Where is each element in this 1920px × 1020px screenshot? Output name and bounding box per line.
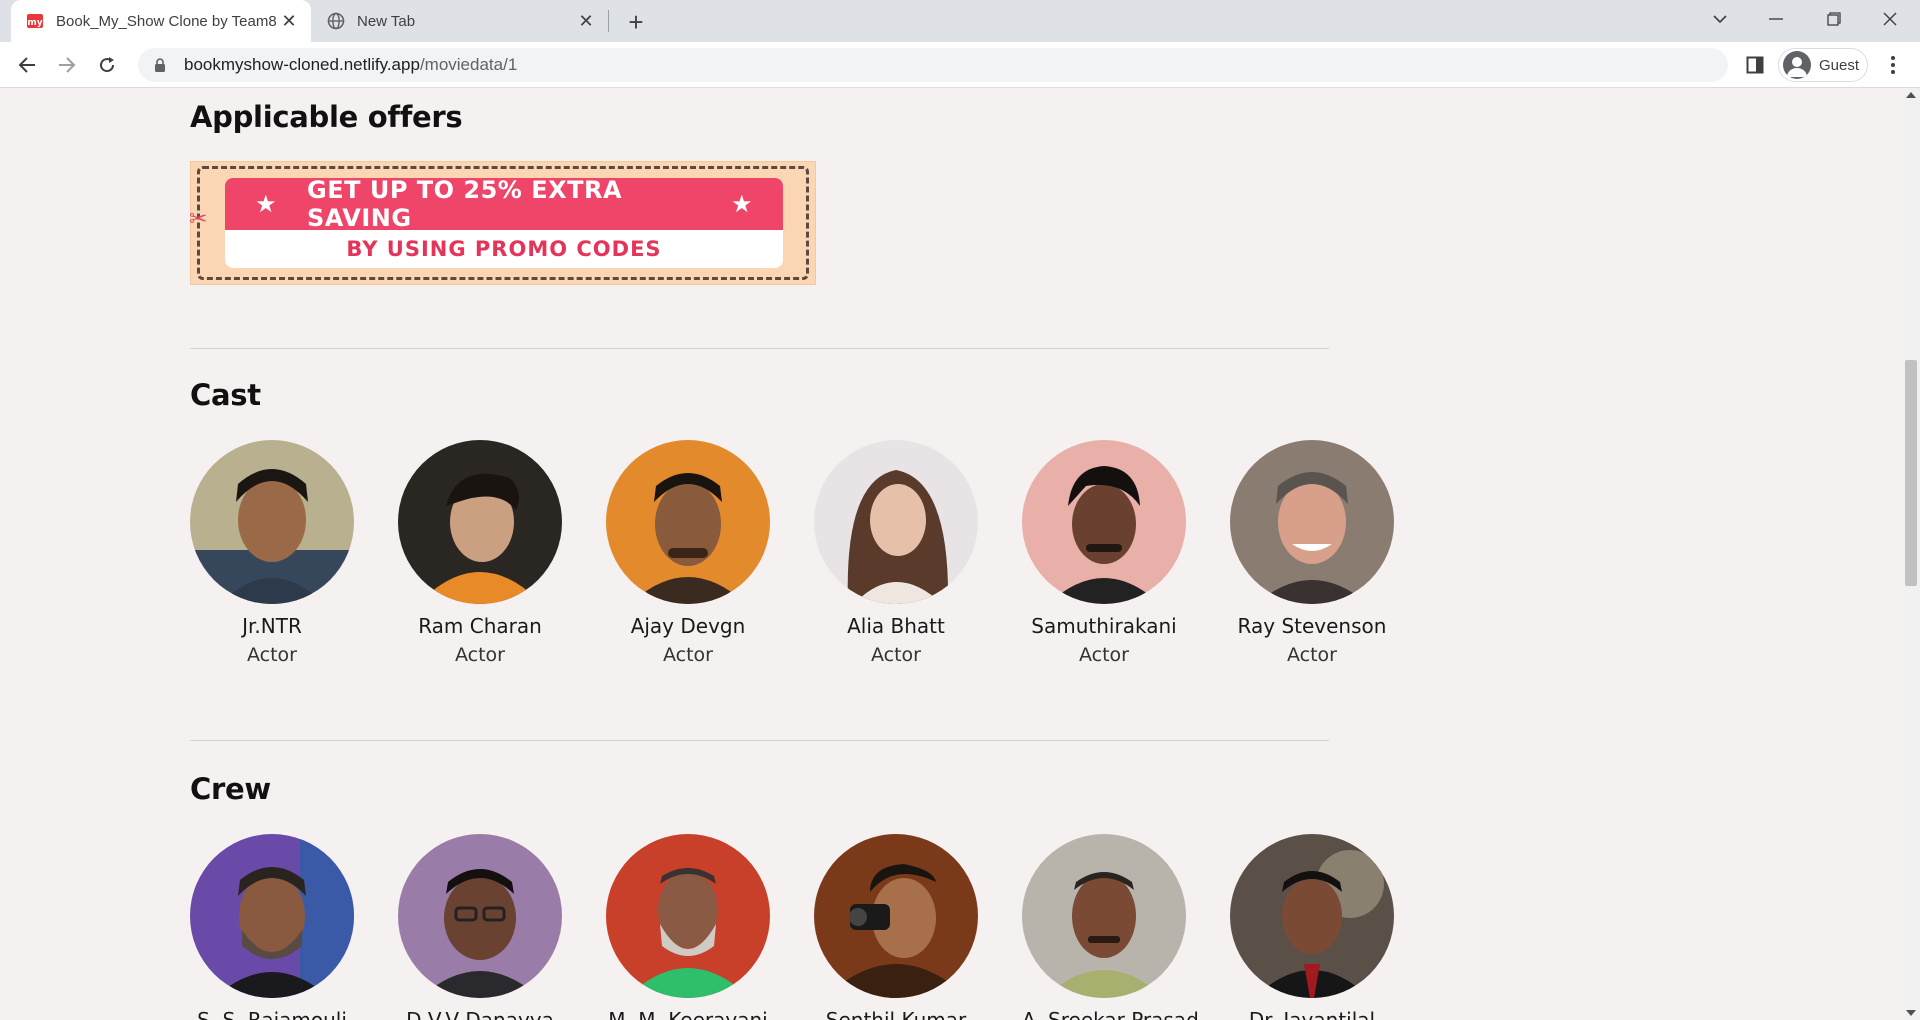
crew-name: M. M. Keeravani	[608, 1008, 768, 1020]
promo-offer-banner[interactable]: ✂ ★ GET UP TO 25% EXTRA SAVING ★ BY USIN…	[189, 161, 816, 285]
cast-name: Jr.NTR	[242, 614, 302, 638]
crew-photo	[190, 834, 354, 998]
tab-separator	[608, 10, 609, 32]
tab-new-tab[interactable]: New Tab ✕	[312, 0, 608, 42]
crew-card-mm-keeravani[interactable]: M. M. Keeravani	[606, 834, 770, 1020]
cast-photo	[606, 440, 770, 604]
crew-name: Senthil Kumar	[825, 1008, 967, 1020]
back-arrow-icon[interactable]	[12, 50, 42, 80]
crew-name: S. S. Rajamouli	[197, 1008, 347, 1020]
page-viewport: Applicable offers ✂ ★ GET UP TO 25% EXTR…	[0, 88, 1920, 1020]
browser-toolbar: bookmyshow-cloned.netlify.app/moviedata/…	[0, 42, 1920, 88]
avatar-icon	[1783, 51, 1811, 79]
offer-line-2: BY USING PROMO CODES	[346, 237, 662, 261]
profile-button[interactable]: Guest	[1778, 48, 1868, 82]
page-scrollbar[interactable]	[1902, 88, 1920, 1020]
restore-icon[interactable]	[1806, 0, 1862, 38]
cast-name: Ray Stevenson	[1237, 614, 1387, 638]
star-icon: ★	[730, 190, 753, 218]
tab-title: Book_My_Show Clone by Team8	[56, 12, 277, 30]
scissors-icon: ✂	[189, 206, 208, 231]
browser-tab-strip: my Book_My_Show Clone by Team8 ✕ New Tab…	[0, 0, 1920, 42]
cast-role: Actor	[455, 644, 505, 666]
offer-line-1: GET UP TO 25% EXTRA SAVING	[307, 178, 623, 232]
tab-close-icon[interactable]: ✕	[279, 11, 299, 31]
cast-card-ram-charan[interactable]: Ram Charan Actor	[398, 440, 562, 666]
crew-card-a-sreekar-prasad[interactable]: A. Sreekar Prasad	[1022, 834, 1199, 1020]
cast-photo	[1230, 440, 1394, 604]
tab-close-icon[interactable]: ✕	[576, 11, 596, 31]
cast-heading: Cast	[190, 378, 261, 412]
crew-card-dvv-danayya[interactable]: D.V.V Danayya	[398, 834, 562, 1020]
cast-role: Actor	[1079, 644, 1129, 666]
offers-heading: Applicable offers	[190, 100, 463, 134]
crew-card-senthil-kumar[interactable]: Senthil Kumar	[814, 834, 978, 1020]
crew-photo	[398, 834, 562, 998]
cast-role: Actor	[663, 644, 713, 666]
scroll-down-arrow-icon[interactable]	[1906, 1010, 1916, 1016]
crew-name: A. Sreekar Prasad	[1022, 1008, 1199, 1020]
scroll-up-arrow-icon[interactable]	[1906, 92, 1916, 98]
scrollbar-thumb[interactable]	[1905, 360, 1917, 586]
cast-photo	[190, 440, 354, 604]
cast-card-jr-ntr[interactable]: Jr.NTR Actor	[190, 440, 354, 666]
url-host: bookmyshow-cloned.netlify.app	[184, 55, 420, 74]
cast-card-ajay-devgn[interactable]: Ajay Devgn Actor	[606, 440, 770, 666]
crew-photo	[1022, 834, 1186, 998]
cast-name: Ajay Devgn	[630, 614, 746, 638]
crew-card-dr-jayantilal[interactable]: Dr. Jayantilal	[1230, 834, 1394, 1020]
cast-role: Actor	[1287, 644, 1337, 666]
crew-card-ss-rajamouli[interactable]: S. S. Rajamouli	[190, 834, 354, 1020]
crew-heading: Crew	[190, 772, 271, 806]
offer-card: ★ GET UP TO 25% EXTRA SAVING ★ BY USING …	[225, 178, 783, 268]
tab-title: New Tab	[357, 12, 416, 30]
side-panel-icon[interactable]	[1742, 52, 1768, 78]
crew-name: D.V.V Danayya	[406, 1008, 554, 1020]
crew-photo	[606, 834, 770, 998]
reload-icon[interactable]	[92, 50, 122, 80]
globe-icon	[326, 11, 346, 31]
crew-photo	[814, 834, 978, 998]
bookmyshow-favicon: my	[25, 11, 45, 31]
profile-label: Guest	[1819, 56, 1860, 74]
star-icon: ★	[255, 190, 278, 218]
tab-bookmyshow[interactable]: my Book_My_Show Clone by Team8 ✕	[11, 0, 311, 42]
cast-card-ray-stevenson[interactable]: Ray Stevenson Actor	[1230, 440, 1394, 666]
section-divider	[190, 740, 1329, 741]
lock-icon[interactable]	[154, 57, 170, 73]
crew-name: Dr. Jayantilal	[1248, 1008, 1376, 1020]
cast-name: Samuthirakani	[1031, 614, 1177, 638]
cast-photo	[398, 440, 562, 604]
cast-photo	[814, 440, 978, 604]
cast-role: Actor	[247, 644, 297, 666]
new-tab-plus-icon[interactable]: +	[622, 7, 650, 37]
cast-photo	[1022, 440, 1186, 604]
section-divider	[190, 348, 1329, 349]
svg-text:my: my	[27, 18, 42, 28]
cast-role: Actor	[871, 644, 921, 666]
kebab-menu-icon[interactable]	[1880, 52, 1906, 78]
crew-photo	[1230, 834, 1394, 998]
offer-top: ★ GET UP TO 25% EXTRA SAVING ★	[225, 178, 783, 232]
forward-arrow-icon[interactable]	[52, 50, 82, 80]
close-window-icon[interactable]	[1862, 0, 1918, 38]
tab-search-chevron-icon[interactable]	[1692, 0, 1748, 38]
minimize-icon[interactable]	[1748, 0, 1804, 38]
cast-card-samuthirakani[interactable]: Samuthirakani Actor	[1022, 440, 1186, 666]
url-path: /moviedata/1	[419, 55, 518, 74]
address-bar[interactable]: bookmyshow-cloned.netlify.app/moviedata/…	[138, 48, 1728, 82]
cast-name: Alia Bhatt	[847, 614, 945, 638]
cast-card-alia-bhatt[interactable]: Alia Bhatt Actor	[814, 440, 978, 666]
cast-name: Ram Charan	[418, 614, 542, 638]
